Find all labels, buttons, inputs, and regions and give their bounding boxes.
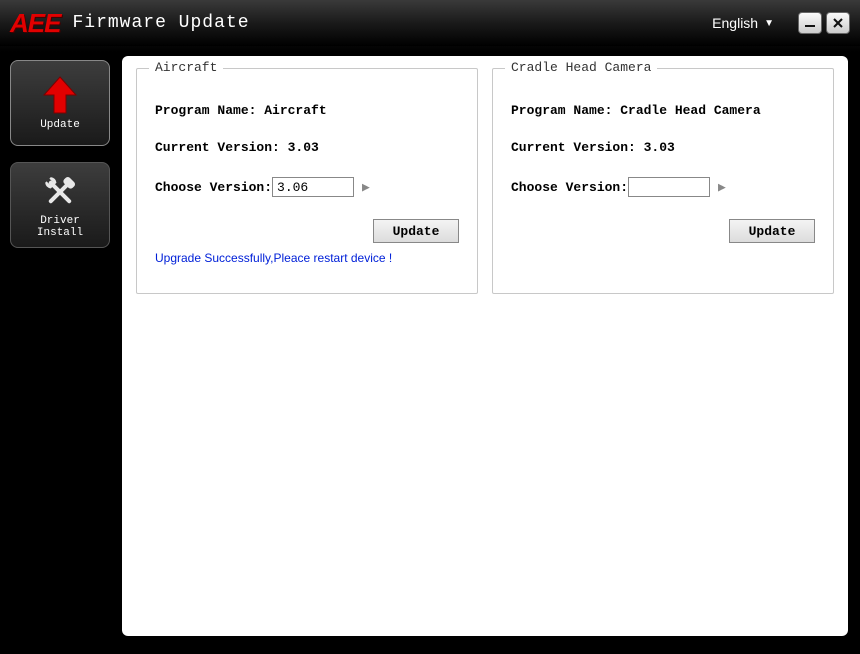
language-label: English	[712, 15, 758, 31]
camera-panel-title: Cradle Head Camera	[505, 60, 657, 75]
app-title: Firmware Update	[72, 13, 249, 33]
current-version-value: 3.03	[644, 140, 675, 155]
current-version-label: Current Version:	[511, 140, 644, 155]
program-name-label: Program Name:	[155, 103, 264, 118]
content-area: Aircraft Program Name: Aircraft Current …	[122, 56, 848, 636]
program-name-value: Cradle Head Camera	[620, 103, 760, 118]
aircraft-status-message: Upgrade Successfully,Pleace restart devi…	[155, 251, 459, 265]
sidebar: Update Driver Install	[6, 56, 114, 636]
body-area: Update Driver Install	[0, 46, 860, 654]
logo: AEE	[10, 8, 60, 39]
current-version-value: 3.03	[288, 140, 319, 155]
program-name-label: Program Name:	[511, 103, 620, 118]
close-button[interactable]	[826, 12, 850, 34]
sidebar-item-update-label: Update	[40, 119, 80, 131]
play-icon[interactable]: ▶	[718, 180, 726, 195]
upload-arrow-icon	[37, 75, 83, 117]
aircraft-update-button[interactable]: Update	[373, 219, 459, 243]
program-name-value: Aircraft	[264, 103, 326, 118]
aircraft-current-version-row: Current Version: 3.03	[155, 140, 459, 155]
choose-version-label: Choose Version:	[511, 180, 628, 195]
aircraft-choose-version-row: Choose Version: ▶	[155, 177, 459, 197]
minimize-button[interactable]	[798, 12, 822, 34]
app-window: AEE Firmware Update English ▼ Update	[0, 0, 860, 654]
sidebar-item-driver-label: Driver Install	[37, 215, 83, 239]
sidebar-item-update[interactable]: Update	[10, 60, 110, 146]
titlebar: AEE Firmware Update English ▼	[0, 0, 860, 46]
language-select[interactable]: English ▼	[712, 15, 774, 31]
camera-current-version-row: Current Version: 3.03	[511, 140, 815, 155]
camera-version-input[interactable]	[628, 177, 710, 197]
current-version-label: Current Version:	[155, 140, 288, 155]
play-icon[interactable]: ▶	[362, 180, 370, 195]
aircraft-program-name-row: Program Name: Aircraft	[155, 103, 459, 118]
aircraft-panel: Aircraft Program Name: Aircraft Current …	[136, 68, 478, 294]
chevron-down-icon: ▼	[764, 18, 774, 29]
camera-update-button[interactable]: Update	[729, 219, 815, 243]
camera-choose-version-row: Choose Version: ▶	[511, 177, 815, 197]
camera-program-name-row: Program Name: Cradle Head Camera	[511, 103, 815, 118]
tools-icon	[37, 171, 83, 213]
sidebar-item-driver-install[interactable]: Driver Install	[10, 162, 110, 248]
aircraft-panel-title: Aircraft	[149, 60, 223, 75]
camera-panel: Cradle Head Camera Program Name: Cradle …	[492, 68, 834, 294]
aircraft-version-input[interactable]	[272, 177, 354, 197]
choose-version-label: Choose Version:	[155, 180, 272, 195]
